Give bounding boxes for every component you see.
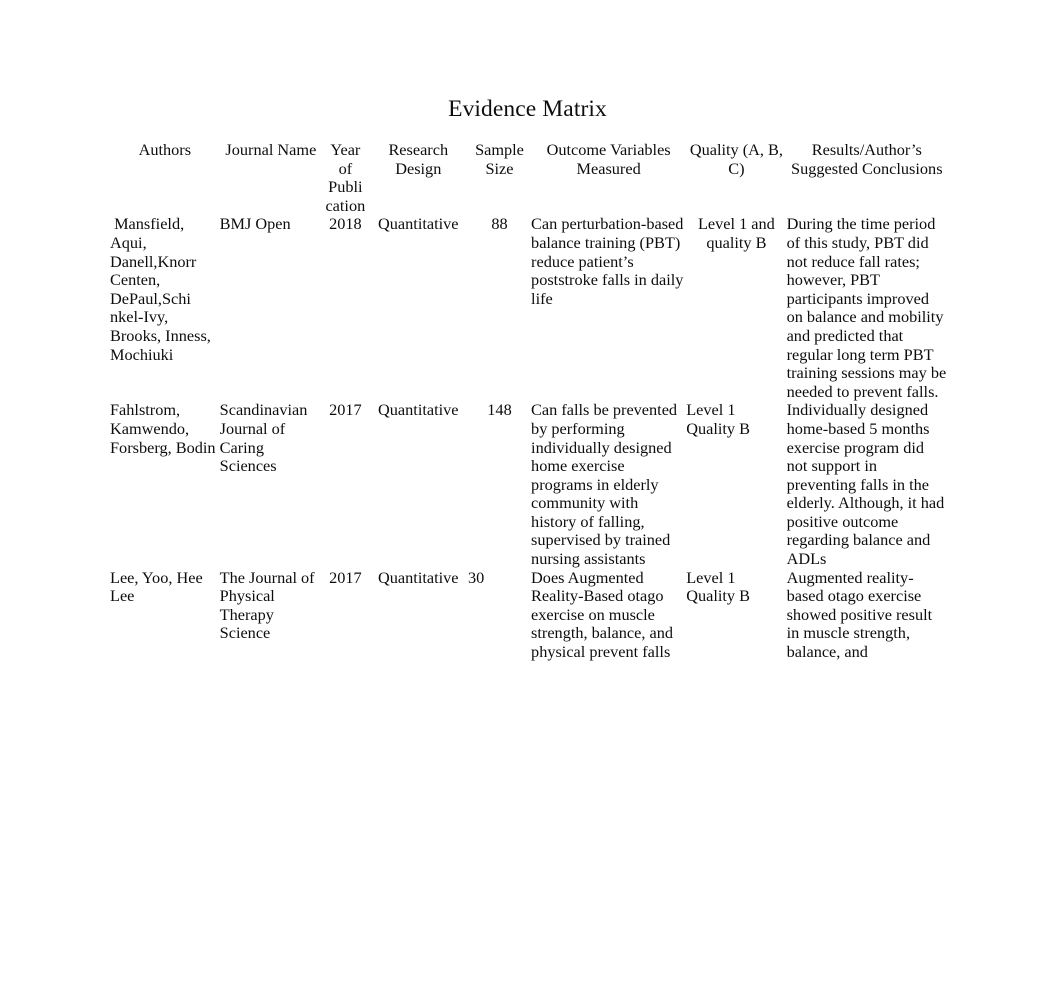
column-header-year-of-publication: Year of Publi cation [325,140,366,215]
cell-authors: Mansfield, Aqui, Danell,Knorr Centen, De… [110,214,215,364]
cell-results: During the time period of this study, PB… [786,214,947,401]
evidence-matrix-table: Authors Journal Name Year of Publi catio… [110,140,947,662]
cell-sample-size: 88 [491,214,508,234]
column-header-outcome-variables-measured: Outcome Variables Measured [546,140,671,178]
cell-outcome: Does Augmented Reality-Based otago exerc… [531,567,673,662]
cell-authors: Lee, Yoo, Hee Lee [110,567,203,606]
cell-outcome: Can falls be prevented by performing ind… [531,400,678,569]
document-page: Evidence Matrix Authors Journal Name Yea… [0,0,1062,1006]
cell-journal: Scandinavian Journal of Caring Sciences [219,400,308,476]
cell-design: Quantitative [378,400,459,420]
cell-results: Augmented reality-based otago exercise s… [786,567,933,662]
cell-sample-size: 148 [487,400,512,420]
table-header-row: Authors Journal Name Year of Publi catio… [110,140,947,215]
column-header-results-conclusions: Results/Author’s Suggested Conclusions [791,140,943,178]
column-header-journal-name: Journal Name [225,140,317,159]
table-row: Mansfield, Aqui, Danell,Knorr Centen, De… [110,215,947,401]
cell-design: Quantitative [378,214,459,234]
column-header-research-design: Research Design [388,140,449,178]
table-row: Fahlstrom, Kamwendo, Forsberg, Bodin Sca… [110,400,947,569]
page-title: Evidence Matrix [448,96,607,122]
cell-results: Individually designed home-based 5 month… [786,400,945,569]
cell-authors: Fahlstrom, Kamwendo, Forsberg, Bodin [110,400,216,457]
cell-journal: The Journal of Physical Therapy Science [219,567,315,643]
cell-year: 2017 [329,567,362,587]
cell-year: 2017 [329,400,362,420]
cell-year: 2018 [329,214,362,234]
cell-quality: Level 1 and quality B [697,214,775,252]
cell-journal: BMJ Open [219,214,291,234]
cell-sample-size: 30 [467,567,485,587]
cell-outcome: Can perturbation-based balance training … [531,214,684,308]
cell-design: Quantitative [378,567,459,587]
cell-quality: Level 1 Quality B [686,567,750,606]
cell-quality: Level 1 Quality B [686,400,750,438]
table-row: Lee, Yoo, Hee Lee The Journal of Physica… [110,567,947,662]
column-header-sample-size: Sample Size [475,140,524,178]
column-header-authors: Authors [138,140,192,159]
column-header-quality: Quality (A, B, C) [689,140,783,178]
